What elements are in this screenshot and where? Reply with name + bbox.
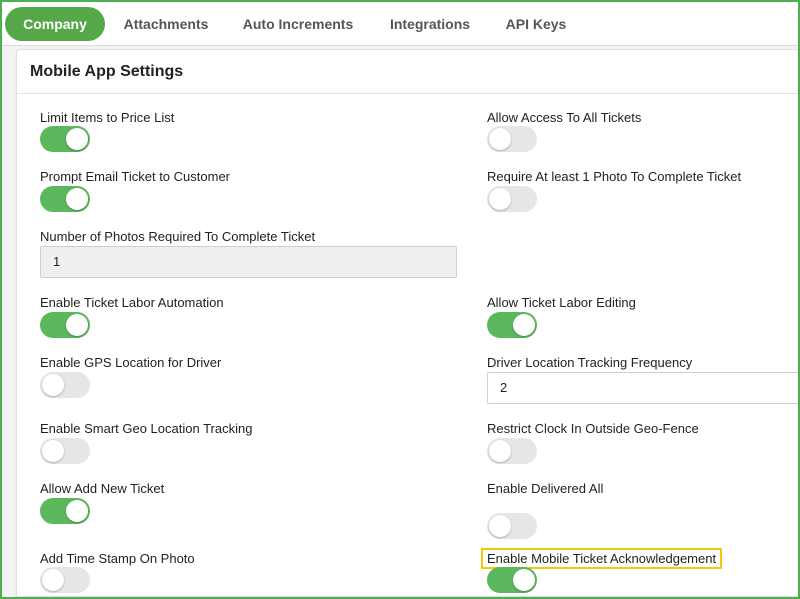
labor-editing-toggle[interactable]	[487, 312, 537, 338]
ticket-ack-toggle[interactable]	[487, 567, 537, 593]
toggle-knob	[489, 515, 511, 537]
tracking-frequency-label: Driver Location Tracking Frequency	[487, 355, 693, 370]
toggle-knob	[42, 374, 64, 396]
toggle-knob	[66, 128, 88, 150]
panel-title: Mobile App Settings	[30, 63, 184, 80]
ticket-ack-label: Enable Mobile Ticket Acknowledgement	[481, 548, 723, 569]
time-stamp-label: Add Time Stamp On Photo	[40, 551, 195, 566]
allow-access-all-tickets-label: Allow Access To All Tickets	[487, 110, 642, 125]
limit-items-label: Limit Items to Price List	[40, 110, 175, 125]
tab-attachments[interactable]: Attachments	[114, 7, 218, 41]
panel-header: Mobile App Settings	[17, 50, 800, 94]
restrict-clock-label: Restrict Clock In Outside Geo-Fence	[487, 421, 699, 436]
labor-automation-toggle[interactable]	[40, 312, 90, 338]
toggle-knob	[489, 128, 511, 150]
tracking-frequency-input[interactable]: 2	[487, 372, 800, 404]
gps-location-label: Enable GPS Location for Driver	[40, 355, 222, 370]
require-photo-toggle[interactable]	[487, 186, 537, 212]
gps-location-toggle[interactable]	[40, 372, 90, 398]
smart-geo-label: Enable Smart Geo Location Tracking	[40, 421, 253, 436]
limit-items-toggle[interactable]	[40, 126, 90, 152]
toggle-knob	[513, 314, 535, 336]
toggle-knob	[66, 500, 88, 522]
mobile-app-settings-panel: Mobile App Settings	[16, 49, 800, 597]
tab-auto-increments[interactable]: Auto Increments	[234, 7, 362, 41]
settings-tabs: Company Attachments Auto Increments Inte…	[2, 2, 798, 46]
time-stamp-toggle[interactable]	[40, 567, 90, 593]
photos-required-field: 1	[40, 246, 457, 278]
tab-integrations[interactable]: Integrations	[380, 7, 480, 41]
labor-automation-label: Enable Ticket Labor Automation	[40, 295, 224, 310]
tab-company[interactable]: Company	[5, 7, 105, 41]
labor-editing-label: Allow Ticket Labor Editing	[487, 295, 636, 310]
delivered-all-toggle[interactable]	[487, 513, 537, 539]
allow-add-ticket-label: Allow Add New Ticket	[40, 481, 165, 496]
smart-geo-toggle[interactable]	[40, 438, 90, 464]
restrict-clock-toggle[interactable]	[487, 438, 537, 464]
delivered-all-label: Enable Delivered All	[487, 481, 604, 496]
prompt-email-label: Prompt Email Ticket to Customer	[40, 169, 230, 184]
prompt-email-toggle[interactable]	[40, 186, 90, 212]
toggle-knob	[513, 569, 535, 591]
toggle-knob	[42, 569, 64, 591]
toggle-knob	[66, 188, 88, 210]
photos-required-label: Number of Photos Required To Complete Ti…	[40, 229, 316, 244]
allow-access-all-tickets-toggle[interactable]	[487, 126, 537, 152]
tab-api-keys[interactable]: API Keys	[496, 7, 576, 41]
toggle-knob	[489, 440, 511, 462]
allow-add-ticket-toggle[interactable]	[40, 498, 90, 524]
toggle-knob	[66, 314, 88, 336]
toggle-knob	[489, 188, 511, 210]
require-photo-label: Require At least 1 Photo To Complete Tic…	[487, 169, 742, 184]
toggle-knob	[42, 440, 64, 462]
